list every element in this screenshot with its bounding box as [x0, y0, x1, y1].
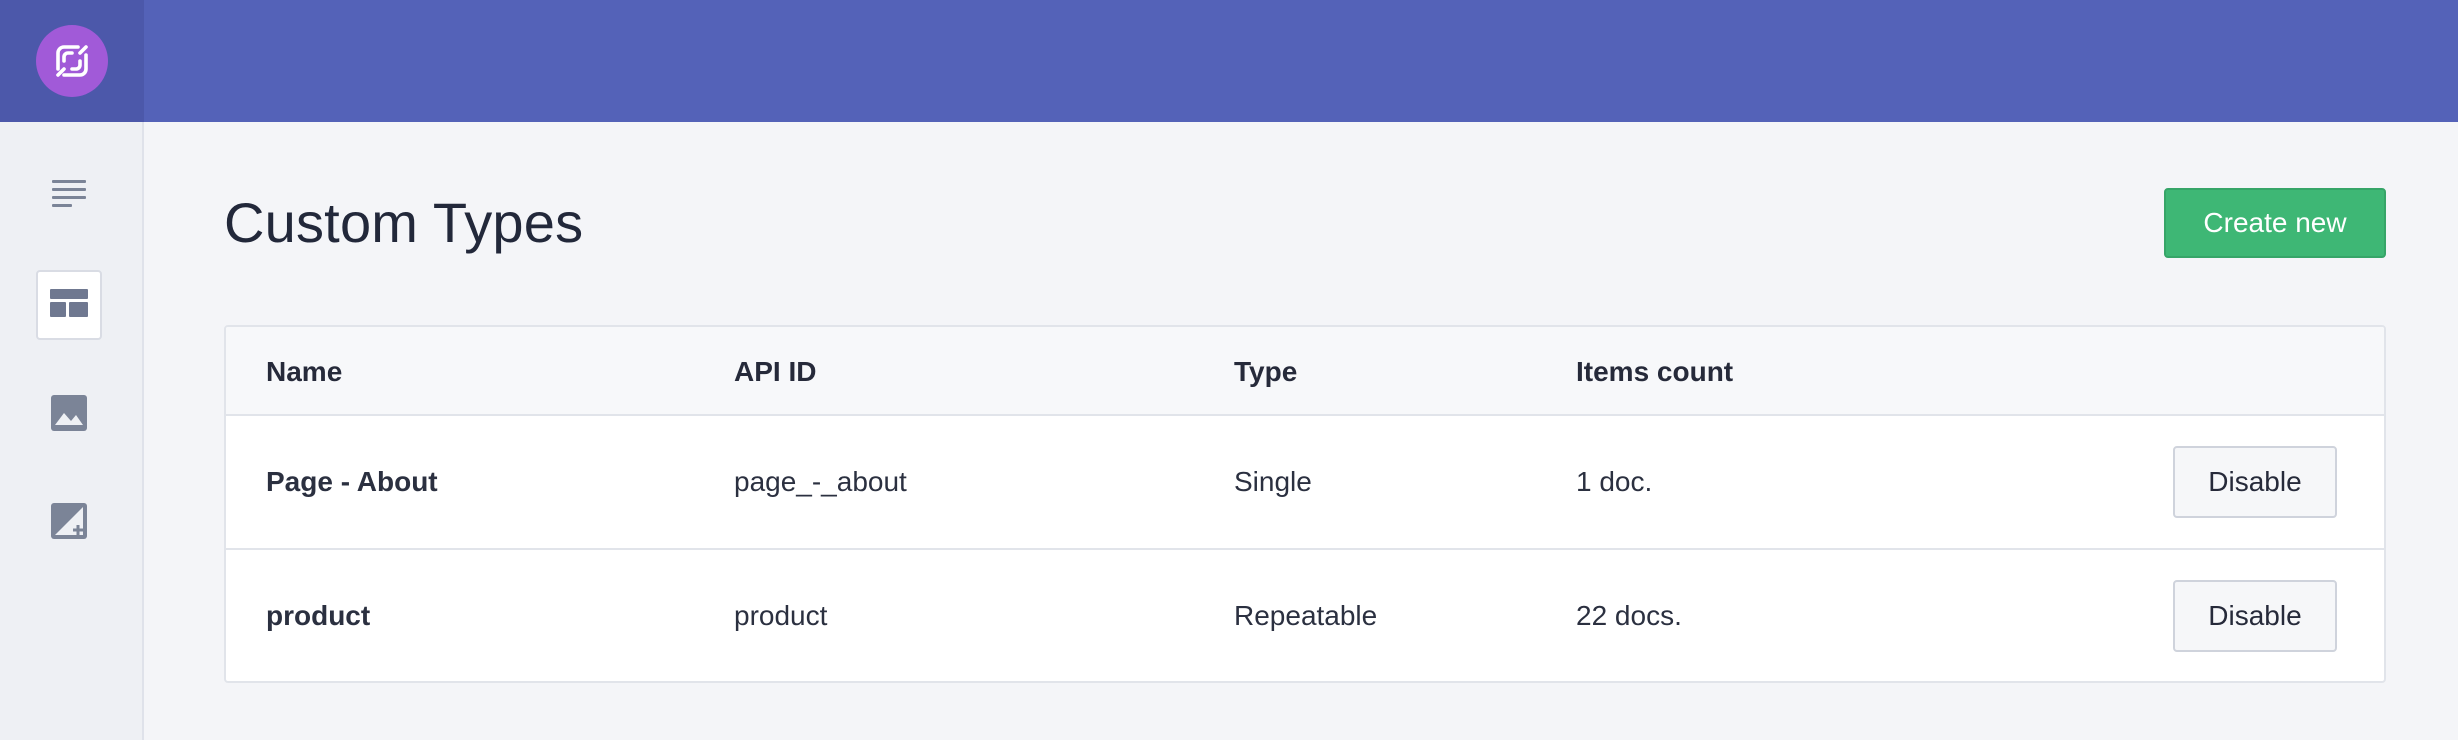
column-header-type: Type [1234, 356, 1298, 387]
prismic-logo-icon [36, 25, 108, 97]
column-header-api-id: API ID [734, 356, 817, 387]
custom-types-table: Name API ID Type Items count Page - Abou… [224, 325, 2386, 683]
sidebar [0, 122, 144, 740]
disable-button[interactable]: Disable [2173, 580, 2337, 652]
sidebar-item-media-new[interactable] [36, 488, 102, 558]
row-type: Single [1234, 466, 1312, 497]
table-row[interactable]: product product Repeatable 22 docs. Disa… [226, 550, 2384, 681]
disable-button[interactable]: Disable [2173, 446, 2337, 518]
row-items-count: 22 docs. [1576, 600, 1682, 631]
list-icon [52, 178, 86, 213]
table-row[interactable]: Page - About page_-_about Single 1 doc. … [226, 416, 2384, 550]
row-name[interactable]: Page - About [266, 466, 438, 498]
row-api-id: product [734, 600, 828, 631]
row-api-id: page_-_about [734, 466, 907, 497]
table-header: Name API ID Type Items count [226, 327, 2384, 416]
image-icon [51, 394, 87, 436]
page-title: Custom Types [224, 191, 584, 254]
sidebar-item-media[interactable] [36, 380, 102, 450]
row-type: Repeatable [1234, 600, 1378, 631]
column-header-name: Name [266, 356, 343, 387]
top-bar [0, 0, 2458, 122]
sidebar-item-documents[interactable] [36, 160, 102, 230]
row-items-count: 1 doc. [1576, 466, 1653, 497]
create-new-button[interactable]: Create new [2164, 188, 2386, 258]
sidebar-item-custom-types[interactable] [36, 270, 102, 340]
row-name[interactable]: product [266, 600, 370, 632]
column-header-items-count: Items count [1576, 356, 1734, 387]
image-add-icon [51, 502, 87, 544]
logo-cell[interactable] [0, 0, 144, 122]
custom-types-icon [50, 288, 88, 322]
